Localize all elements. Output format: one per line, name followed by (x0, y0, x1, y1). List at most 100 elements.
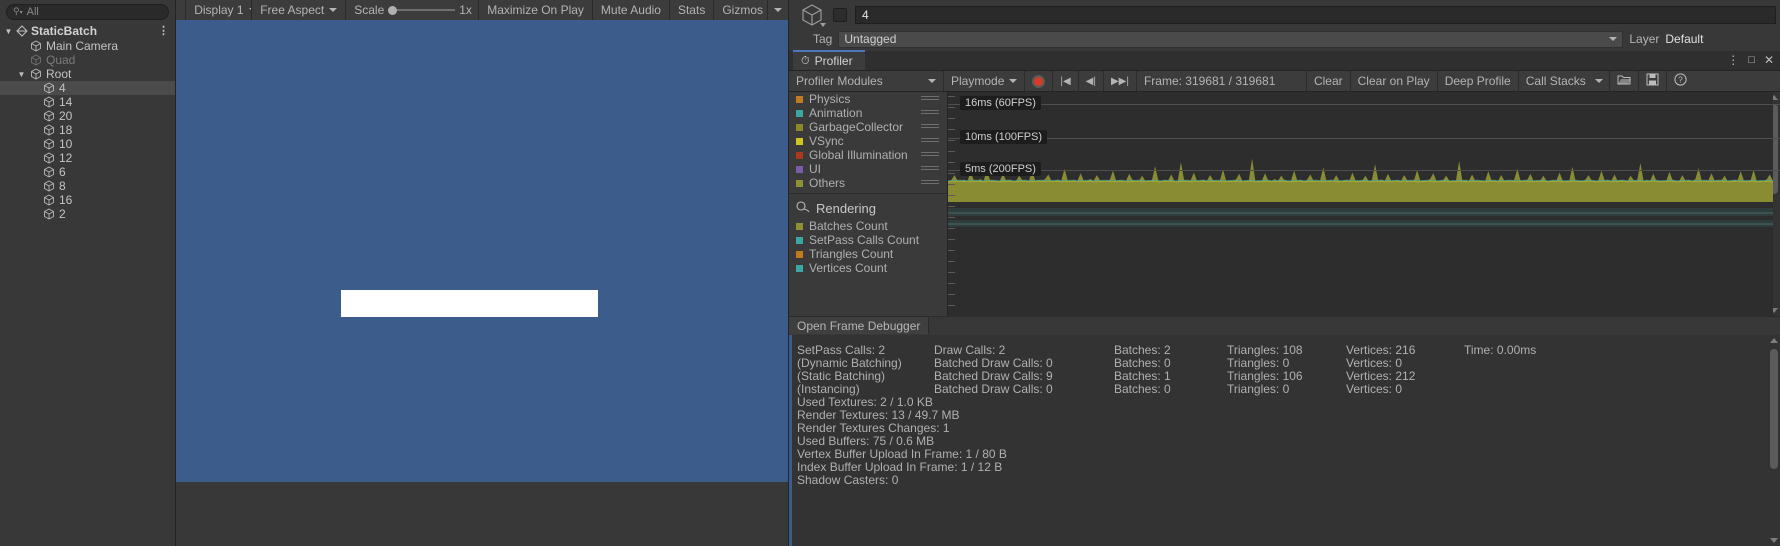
gameobject-enabled-checkbox[interactable] (833, 7, 847, 22)
gameobject-icon (43, 110, 55, 122)
game-view-canvas[interactable] (176, 20, 788, 482)
game-view-tab-icon[interactable] (176, 0, 186, 20)
save-profile-button[interactable] (1639, 71, 1667, 91)
hierarchy-item-2[interactable]: ▼2 (0, 207, 175, 221)
gameobject-name-field[interactable]: 4 (855, 5, 1776, 24)
hierarchy-item-8[interactable]: ▼8 (0, 179, 175, 193)
chart-gridline-label: 16ms (60FPS) (960, 96, 1041, 110)
call-stacks-label: Call Stacks (1525, 74, 1586, 88)
hierarchy-item-20[interactable]: ▼ 20 (0, 109, 175, 123)
inspector-panel: 4 Tag Untagged Layer Default (788, 0, 1780, 51)
game-view-panel: Display 1 Free Aspect Scale 1x Maximize … (176, 0, 788, 546)
playmode-dropdown[interactable]: Playmode (944, 71, 1026, 91)
clear-button[interactable]: Clear (1307, 71, 1351, 91)
stats-cell: (Dynamic Batching) (797, 355, 902, 370)
profiler-module-animation[interactable]: Animation (789, 106, 947, 120)
rendering-counter-vertices-count[interactable]: Vertices Count (789, 261, 947, 275)
close-icon[interactable]: ✕ (1764, 53, 1774, 67)
maximize-icon[interactable]: □ (1748, 54, 1755, 66)
drag-handle-icon[interactable] (921, 96, 939, 102)
hierarchy-item-16[interactable]: ▼ 16 (0, 193, 175, 207)
mute-audio-button[interactable]: Mute Audio (591, 0, 669, 20)
call-stacks-dropdown[interactable] (1589, 71, 1610, 91)
layer-dropdown[interactable]: Default (1665, 32, 1703, 46)
chevron-down-icon[interactable]: ▼ (4, 27, 13, 36)
stats-button[interactable]: Stats (668, 0, 714, 20)
tree-spacer: ▼ (30, 140, 39, 149)
frame-debugger-bar: Open Frame Debugger (789, 316, 1780, 334)
window-menu-icon[interactable]: ⋮ (1727, 53, 1739, 67)
hierarchy-item-main-camera[interactable]: ▼ Main Camera (0, 39, 175, 53)
prev-frame-button[interactable]: ◀| (1079, 71, 1104, 91)
scroll-up-icon[interactable] (1770, 338, 1778, 343)
profiler-chart[interactable]: 16ms (60FPS) 10ms (100FPS) 5ms (200FPS) (948, 92, 1780, 316)
hierarchy-item-quad[interactable]: ▼ Quad (0, 53, 175, 67)
search-icon: ⚲▾ (13, 6, 23, 16)
help-button[interactable]: ? (1667, 71, 1694, 91)
hierarchy-item-12[interactable]: ▼ 12 (0, 151, 175, 165)
tab-profiler[interactable]: ⏱ Profiler (793, 50, 865, 70)
profiler-module-ui[interactable]: UI (789, 162, 947, 176)
hierarchy-options-icon[interactable]: ⋮ (158, 24, 169, 37)
hierarchy-item-10[interactable]: ▼ 10 (0, 137, 175, 151)
rendering-counter-batches-count[interactable]: Batches Count (789, 219, 947, 233)
open-frame-debugger-button[interactable]: Open Frame Debugger (789, 317, 930, 334)
clear-label: Clear (1313, 74, 1343, 88)
gizmos-dropdown[interactable] (767, 0, 788, 20)
profiler-module-garbagecollector[interactable]: GarbageCollector (789, 120, 947, 134)
stats-row: (Static Batching) Batched Draw Calls: 9 Ba… (797, 369, 1780, 383)
drag-handle-icon[interactable] (921, 166, 939, 172)
scale-label: Scale (354, 3, 385, 17)
hierarchy-item-6[interactable]: ▼6 (0, 165, 175, 179)
rendering-counter-triangles-count[interactable]: Triangles Count (789, 247, 947, 261)
scrollbar-thumb[interactable] (1770, 349, 1778, 469)
rendering-counter-setpass-calls-count[interactable]: SetPass Calls Count (789, 233, 947, 247)
profiler-module-global-illumination[interactable]: Global Illumination (789, 148, 947, 162)
profiler-module-vsync[interactable]: VSync (789, 134, 947, 148)
search-input[interactable]: ⚲▾ All (6, 3, 169, 20)
chevron-down-icon[interactable]: ▼ (17, 70, 26, 79)
gizmos-button[interactable]: Gizmos (713, 0, 767, 20)
scale-slider[interactable] (388, 5, 456, 15)
clear-on-play-button[interactable]: Clear on Play (1351, 71, 1438, 91)
last-frame-button[interactable]: ▶▶| (1104, 71, 1137, 91)
record-button[interactable] (1025, 71, 1054, 91)
game-quad-object (341, 290, 598, 317)
hierarchy-item-4[interactable]: ▼4 (0, 81, 175, 95)
stats-cell: Batched Draw Calls: 0 (934, 355, 1053, 370)
drag-handle-icon[interactable] (921, 138, 939, 144)
scale-slider-track[interactable] (397, 9, 456, 11)
stats-scrollbar[interactable] (1768, 335, 1780, 546)
scene-root-row[interactable]: ▼ StaticBatch ⋮ (0, 23, 175, 39)
profiler-modules-dropdown[interactable]: Profiler Modules (789, 71, 944, 91)
hierarchy-item-14[interactable]: ▼ 14 (0, 95, 175, 109)
chevron-down-icon (1594, 79, 1603, 83)
panel-accent-edge (789, 335, 792, 546)
drag-handle-icon[interactable] (921, 152, 939, 158)
call-stacks-button[interactable]: Call Stacks (1519, 71, 1589, 91)
scale-slider-group[interactable]: Scale 1x (345, 0, 479, 20)
deep-profile-button[interactable]: Deep Profile (1438, 71, 1519, 91)
rendering-module-header[interactable]: Rendering (789, 197, 947, 219)
drag-handle-icon[interactable] (921, 110, 939, 116)
aspect-dropdown[interactable]: Free Aspect (251, 0, 346, 20)
module-label: Vertices Count (809, 261, 888, 275)
maximize-on-play-button[interactable]: Maximize On Play (478, 0, 592, 20)
load-profile-button[interactable] (1610, 71, 1639, 91)
scroll-down-icon[interactable] (1770, 538, 1778, 543)
drag-handle-icon[interactable] (921, 124, 939, 130)
tag-dropdown[interactable]: Untagged (838, 30, 1624, 48)
display-dropdown-label: Display 1 (194, 3, 244, 17)
scale-slider-handle[interactable] (388, 5, 398, 15)
drag-handle-icon[interactable] (921, 180, 939, 186)
gameobject-icon[interactable] (799, 2, 826, 28)
profiler-module-others[interactable]: Others (789, 176, 947, 190)
profiler-body: Physics Animation GarbageCollector VSync Glo… (789, 92, 1780, 316)
chevron-down-icon (820, 22, 826, 27)
first-frame-button[interactable]: |◀ (1053, 71, 1079, 91)
display-dropdown[interactable]: Display 1 (185, 0, 257, 20)
module-color-swatch (796, 264, 803, 272)
profiler-module-physics[interactable]: Physics (789, 92, 947, 106)
hierarchy-item-root[interactable]: ▼ Root (0, 67, 175, 81)
hierarchy-item-18[interactable]: ▼ 18 (0, 123, 175, 137)
